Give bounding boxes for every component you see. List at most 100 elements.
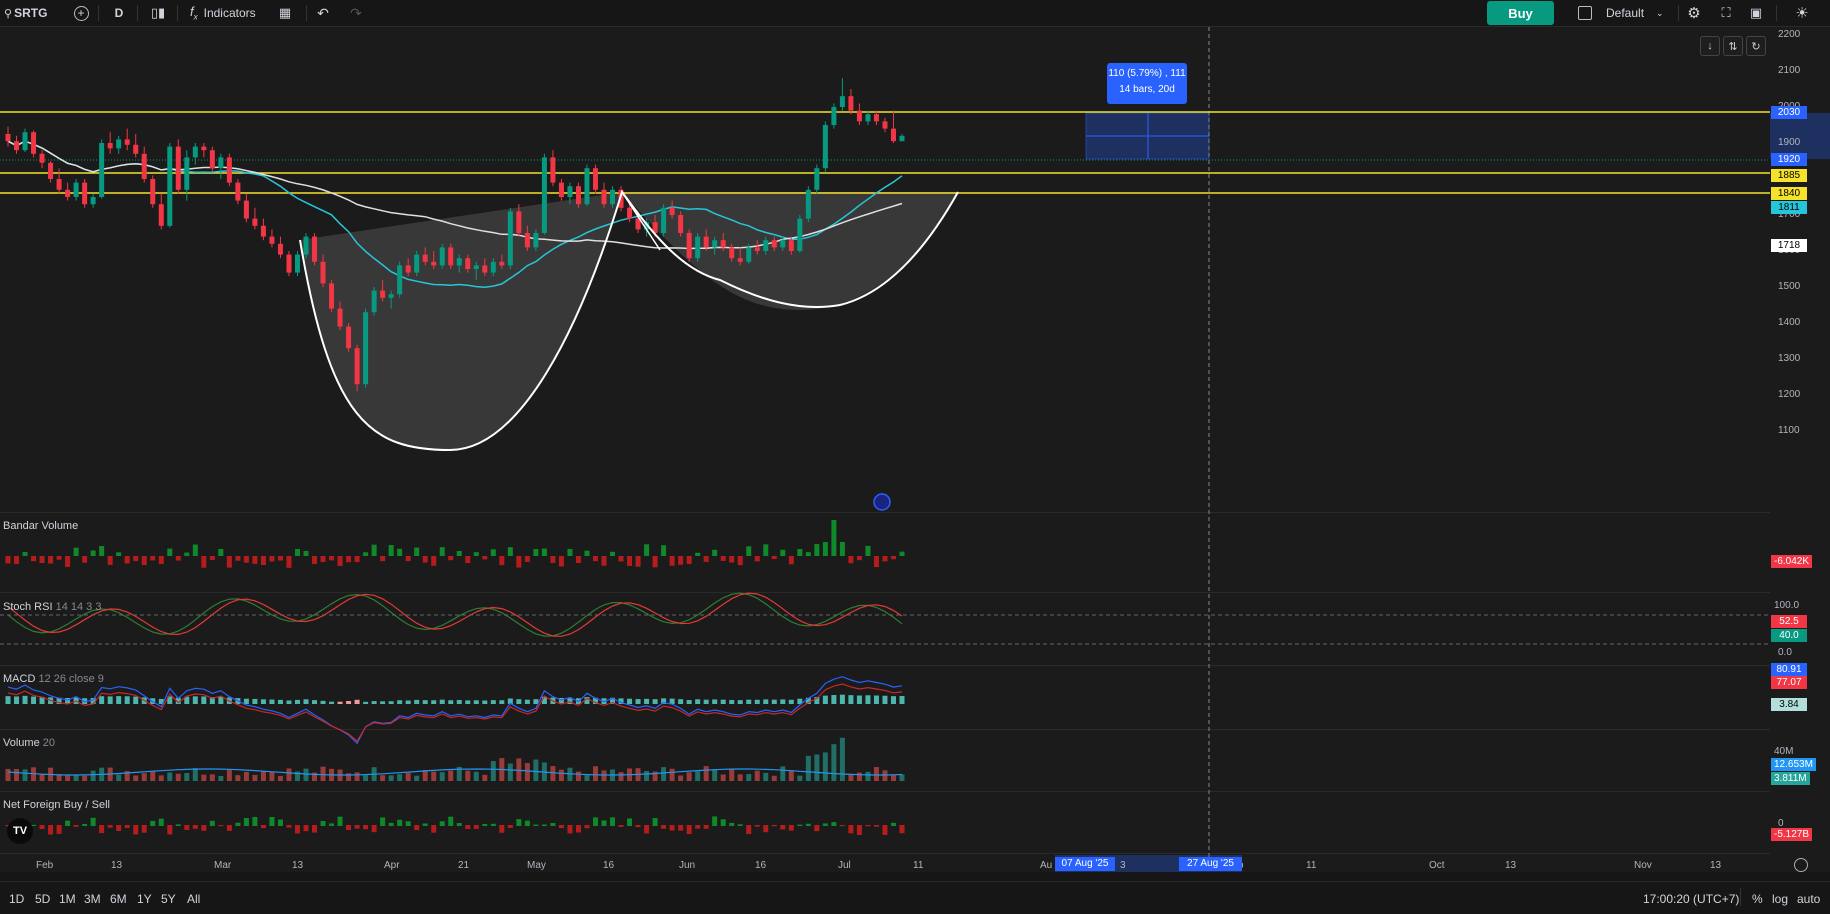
macd-hist-bar [312, 700, 318, 704]
foreign-bar [431, 825, 437, 833]
bandar-bar [431, 556, 437, 566]
foreign-bar [473, 825, 479, 829]
candle [175, 139, 181, 194]
foreign-bar [184, 825, 190, 830]
volume-bar [822, 752, 828, 781]
macd-hist-bar [890, 696, 896, 704]
range-button-all[interactable]: All [187, 892, 200, 906]
volume-bar [465, 770, 471, 781]
macd-hist-bar [260, 699, 266, 704]
time-axis-settings-icon[interactable] [1794, 858, 1808, 872]
macd-hist-bar [499, 700, 505, 704]
candle [397, 261, 403, 298]
volume-title[interactable]: Volume 20 [3, 737, 55, 749]
range-button-6m[interactable]: 6M [110, 892, 127, 906]
candle [575, 182, 581, 208]
scroll-down-button[interactable]: ↓ [1700, 36, 1720, 56]
time-axis-label: Mar [214, 860, 232, 871]
bandar-bar [703, 556, 709, 562]
foreign-bar [618, 825, 624, 827]
candle [73, 179, 79, 201]
candle [899, 134, 905, 142]
macd-hist-bar [669, 698, 675, 704]
price-tag-1840: 1840 [1771, 187, 1807, 200]
macd-hist-bar [771, 699, 777, 704]
bandar-bar [848, 556, 854, 564]
tradingview-logo[interactable]: TV [7, 818, 33, 844]
candle [5, 126, 11, 147]
percent-toggle[interactable]: % [1752, 892, 1763, 906]
volume-bar [712, 769, 718, 781]
collapse-button[interactable]: ⇅ [1723, 36, 1743, 56]
macd-hist-bar [729, 700, 735, 704]
candle [303, 233, 309, 259]
range-button-1d[interactable]: 1D [9, 892, 24, 906]
foreign-bar [644, 825, 650, 834]
volume-bar [167, 772, 173, 781]
candle [65, 182, 71, 201]
bandar-volume-title[interactable]: Bandar Volume [3, 520, 78, 532]
log-toggle[interactable]: log [1772, 892, 1788, 906]
bandar-bar [541, 548, 547, 556]
volume-ma-value: 12.653M [1771, 758, 1816, 771]
volume-bar [422, 769, 428, 781]
volume-bar [899, 774, 905, 781]
volume-bar [507, 763, 513, 781]
macd-hist-value: 3.84 [1771, 698, 1807, 711]
bandar-bar [456, 550, 462, 556]
candle [226, 153, 232, 187]
auto-toggle[interactable]: auto [1797, 892, 1820, 906]
bandar-bar [48, 556, 54, 564]
macd-hist-bar [133, 696, 139, 704]
reset-button[interactable]: ↻ [1746, 36, 1766, 56]
price-axis-label: 2100 [1778, 65, 1801, 76]
bandar-bar [363, 552, 369, 556]
foreign-bar [746, 825, 752, 835]
bandar-bar [226, 556, 232, 568]
bandar-bar [601, 556, 607, 566]
bandar-bar [337, 556, 343, 566]
macd-title[interactable]: MACD 12 26 close 9 [3, 673, 104, 685]
volume-bar [865, 771, 871, 781]
foreign-bar [814, 825, 820, 832]
foreign-bar [116, 825, 122, 831]
bandar-bar [329, 556, 335, 561]
bandar-bar [729, 556, 735, 563]
range-button-1m[interactable]: 1M [59, 892, 76, 906]
volume-bar [482, 774, 488, 781]
macd-hist-bar [354, 699, 360, 704]
range-button-5d[interactable]: 5D [35, 892, 50, 906]
bandar-bar [294, 548, 300, 556]
macd-hist-bar [201, 696, 207, 704]
macd-hist-bar [737, 700, 743, 704]
bandar-bar [218, 549, 224, 556]
volume-bar [397, 774, 403, 781]
macd-hist-bar [533, 699, 539, 704]
foreign-bar [737, 824, 743, 826]
bandar-bar [592, 556, 598, 562]
net-foreign-title[interactable]: Net Foreign Buy / Sell [3, 799, 110, 811]
volume-bar [516, 758, 522, 781]
time-axis-label: 11 [1306, 860, 1317, 871]
macd-hist-bar [644, 698, 650, 704]
stoch-hi-label: 100.0 [1774, 600, 1800, 611]
range-button-5y[interactable]: 5Y [161, 892, 176, 906]
time-axis-label: 16 [603, 860, 615, 871]
candle [14, 135, 20, 154]
candle [831, 103, 837, 129]
volume-bar [754, 770, 760, 781]
foreign-bar [218, 825, 224, 827]
price-chart-svg[interactable] [0, 0, 1830, 913]
foreign-bar [558, 825, 564, 829]
foreign-bar [277, 819, 283, 826]
clock[interactable]: 17:00:20 (UTC+7) [1643, 892, 1739, 906]
bandar-bar [201, 556, 207, 568]
stoch-rsi-title[interactable]: Stoch RSI 14 14 3 3 [3, 601, 101, 613]
foreign-bar [873, 825, 879, 827]
foreign-bar [456, 823, 462, 826]
bandar-bar [209, 556, 215, 561]
range-button-1y[interactable]: 1Y [137, 892, 152, 906]
range-button-3m[interactable]: 3M [84, 892, 101, 906]
macd-hist-bar [448, 700, 454, 704]
candle [218, 153, 224, 179]
